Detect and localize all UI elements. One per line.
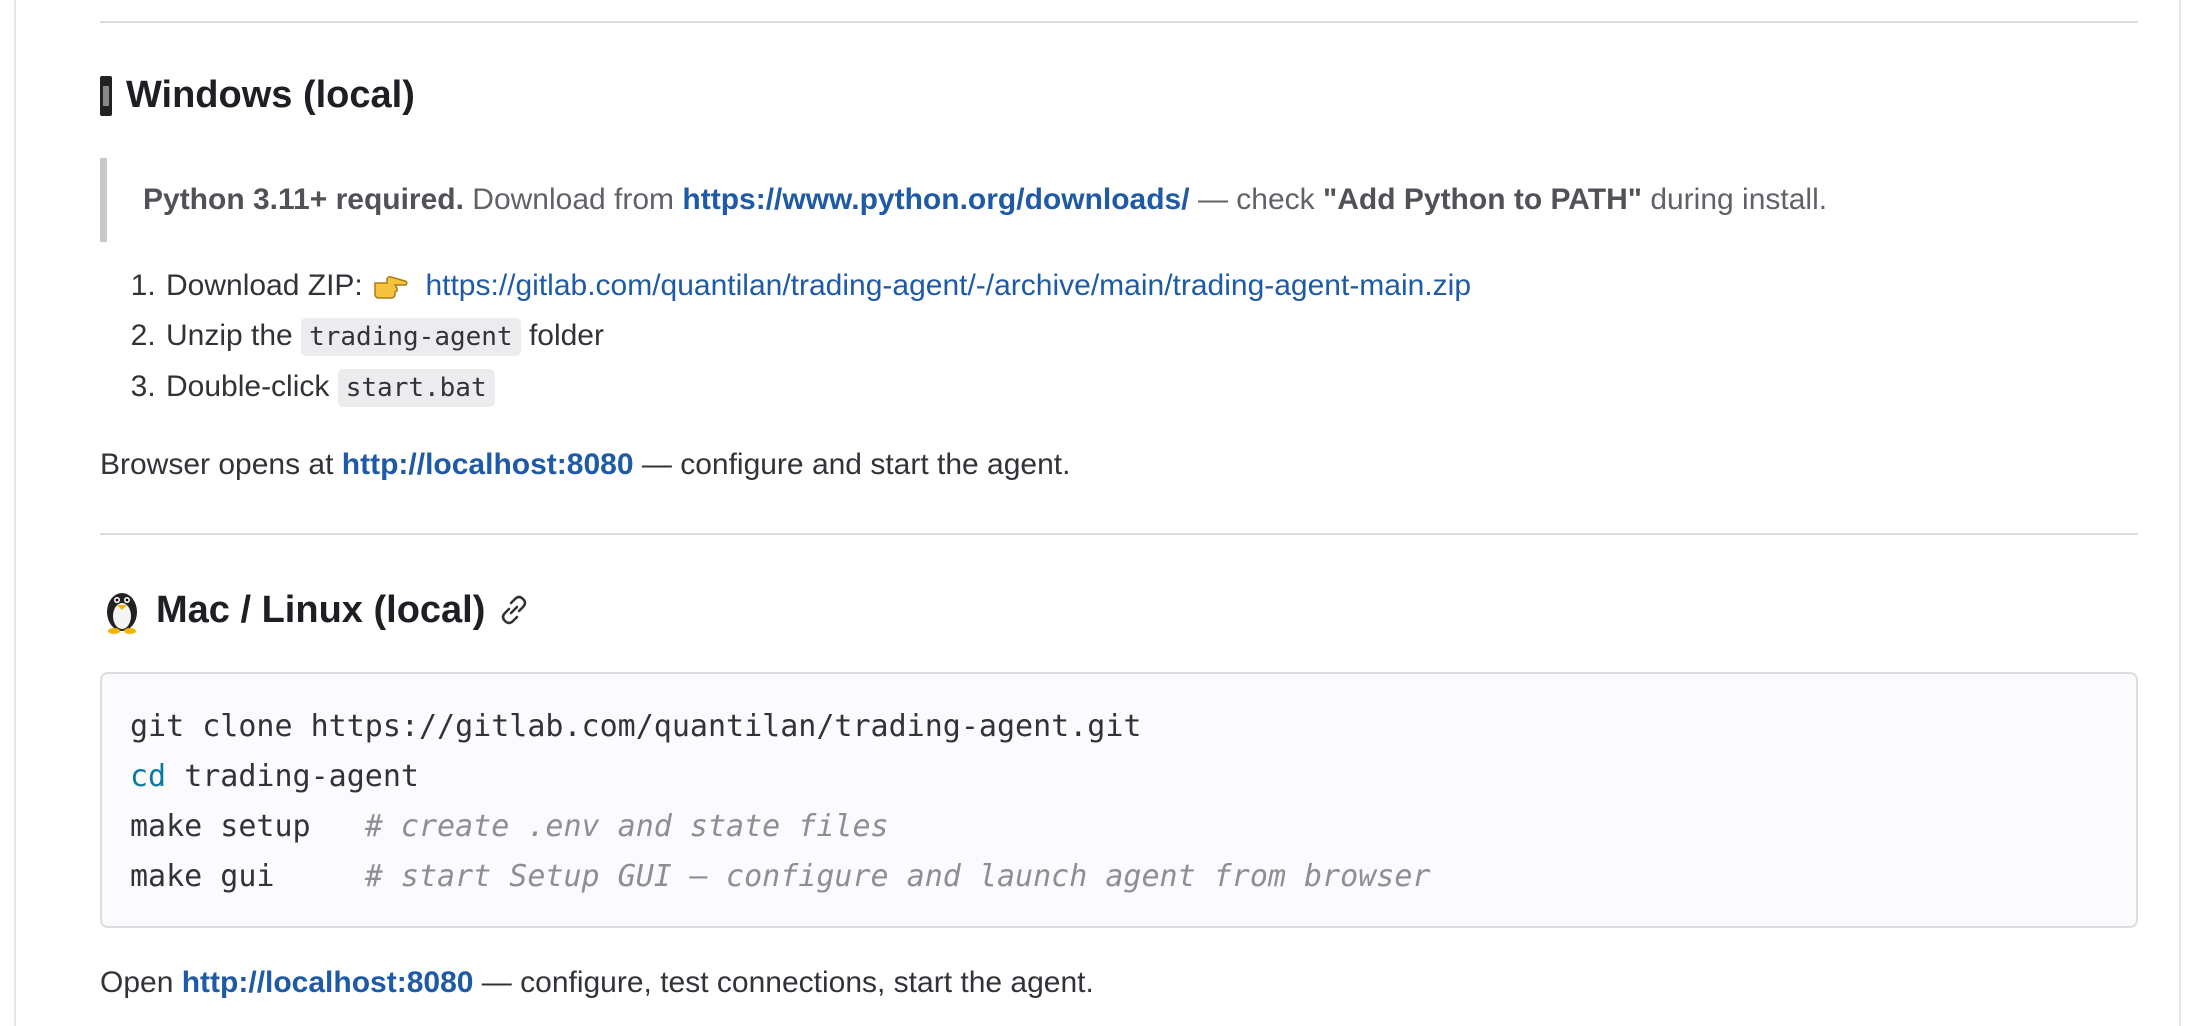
- windows-after-text: Browser opens at http://localhost:8080 —…: [100, 448, 1070, 482]
- code-line: make setup: [130, 809, 311, 844]
- code-line: make gui: [130, 859, 275, 894]
- step-text: Double-click: [166, 370, 330, 403]
- windows-steps-list: Download ZIP: https://gitlab.com/quantil…: [100, 261, 1471, 413]
- localhost-link[interactable]: http://localhost:8080: [182, 966, 474, 999]
- python-requirement-note: Python 3.11+ required. Download from htt…: [100, 158, 2130, 242]
- inline-code: trading-agent: [301, 318, 521, 356]
- readme-page: Windows (local) Python 3.11+ required. D…: [14, 0, 2181, 1026]
- list-item: Double-click start.bat: [164, 362, 1471, 413]
- code-comment: # start Setup GUI — configure and launch…: [364, 859, 1431, 894]
- mac-linux-heading: Mac / Linux (local): [100, 586, 531, 634]
- windows-flag-icon: [100, 75, 112, 116]
- windows-heading: Windows (local): [100, 74, 415, 117]
- zip-download-link[interactable]: https://gitlab.com/quantilan/trading-age…: [425, 269, 1471, 302]
- windows-heading-text: Windows (local): [126, 74, 415, 116]
- code-line: trading-agent: [184, 759, 419, 794]
- step-text: Download ZIP:: [166, 269, 363, 302]
- pointing-hand-icon: [374, 276, 408, 299]
- code-block: git clone https://gitlab.com/quantilan/t…: [100, 672, 2138, 928]
- inline-code: start.bat: [337, 369, 495, 407]
- list-item: Unzip the trading-agent folder: [164, 311, 1471, 362]
- note-text: Download from: [472, 183, 675, 216]
- code-line: git clone https://gitlab.com/quantilan/t…: [130, 709, 1142, 744]
- divider: [100, 21, 2138, 23]
- step-text: Unzip the: [166, 319, 293, 352]
- list-item: Download ZIP: https://gitlab.com/quantil…: [164, 261, 1471, 311]
- divider: [100, 533, 2138, 535]
- code-comment: # create .env and state files: [364, 809, 889, 844]
- after-text: — configure, test connections, start the…: [481, 966, 1094, 999]
- python-download-link[interactable]: https://www.python.org/downloads/: [682, 183, 1189, 216]
- note-text: during install.: [1650, 183, 1828, 216]
- note-strong: Python 3.11+ required.: [143, 183, 464, 216]
- after-text: Open: [100, 966, 174, 999]
- note-strong: "Add Python to PATH": [1323, 183, 1642, 216]
- penguin-icon: [107, 593, 137, 634]
- code-keyword: cd: [130, 759, 167, 794]
- localhost-link[interactable]: http://localhost:8080: [342, 448, 634, 481]
- note-text: — check: [1197, 183, 1315, 216]
- mac-after-text: Open http://localhost:8080 — configure, …: [100, 966, 1094, 1000]
- step-text: folder: [528, 319, 604, 352]
- after-text: Browser opens at: [100, 448, 334, 481]
- after-text: — configure and start the agent.: [641, 448, 1071, 481]
- mac-linux-heading-text: Mac / Linux (local): [156, 588, 486, 631]
- link-icon[interactable]: [497, 593, 531, 627]
